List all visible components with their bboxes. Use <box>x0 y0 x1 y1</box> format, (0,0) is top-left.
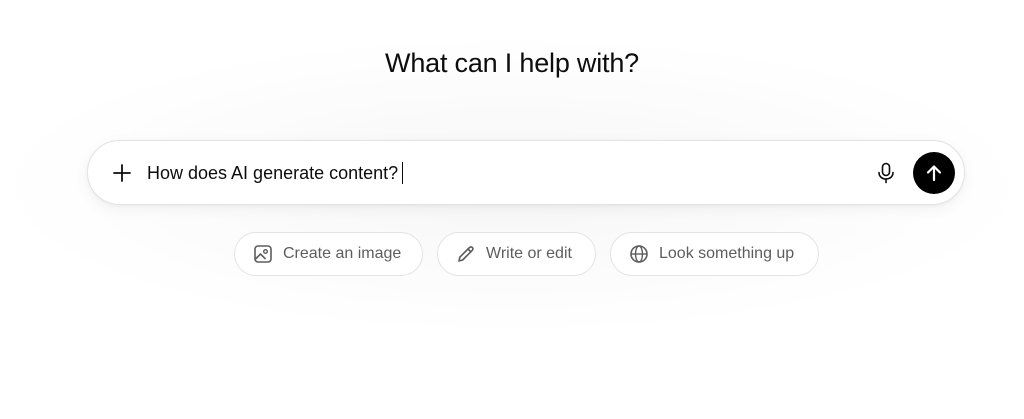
chat-home-page: What can I help with? How does AI genera… <box>0 0 1024 419</box>
page-title: What can I help with? <box>385 48 639 78</box>
suggestion-label: Write or edit <box>486 245 572 262</box>
suggestion-create-image[interactable]: Create an image <box>234 232 423 276</box>
suggestion-write-or-edit[interactable]: Write or edit <box>437 232 596 276</box>
prompt-composer: How does AI generate content? <box>87 140 965 205</box>
image-icon <box>252 243 274 265</box>
send-button[interactable] <box>913 152 955 194</box>
text-cursor <box>402 162 404 184</box>
microphone-icon <box>878 162 894 184</box>
attach-button[interactable] <box>106 157 138 189</box>
prompt-input[interactable]: How does AI generate content? <box>147 161 404 185</box>
globe-icon <box>628 243 650 265</box>
arrow-up-icon <box>926 165 942 182</box>
voice-input-button[interactable] <box>870 157 902 189</box>
prompt-input-text: How does AI generate content? <box>147 163 399 183</box>
suggestion-label: Create an image <box>283 245 402 262</box>
plus-icon <box>113 164 131 182</box>
pencil-icon <box>455 243 477 265</box>
suggestion-look-something-up[interactable]: Look something up <box>610 232 819 276</box>
suggestion-label: Look something up <box>659 245 795 262</box>
